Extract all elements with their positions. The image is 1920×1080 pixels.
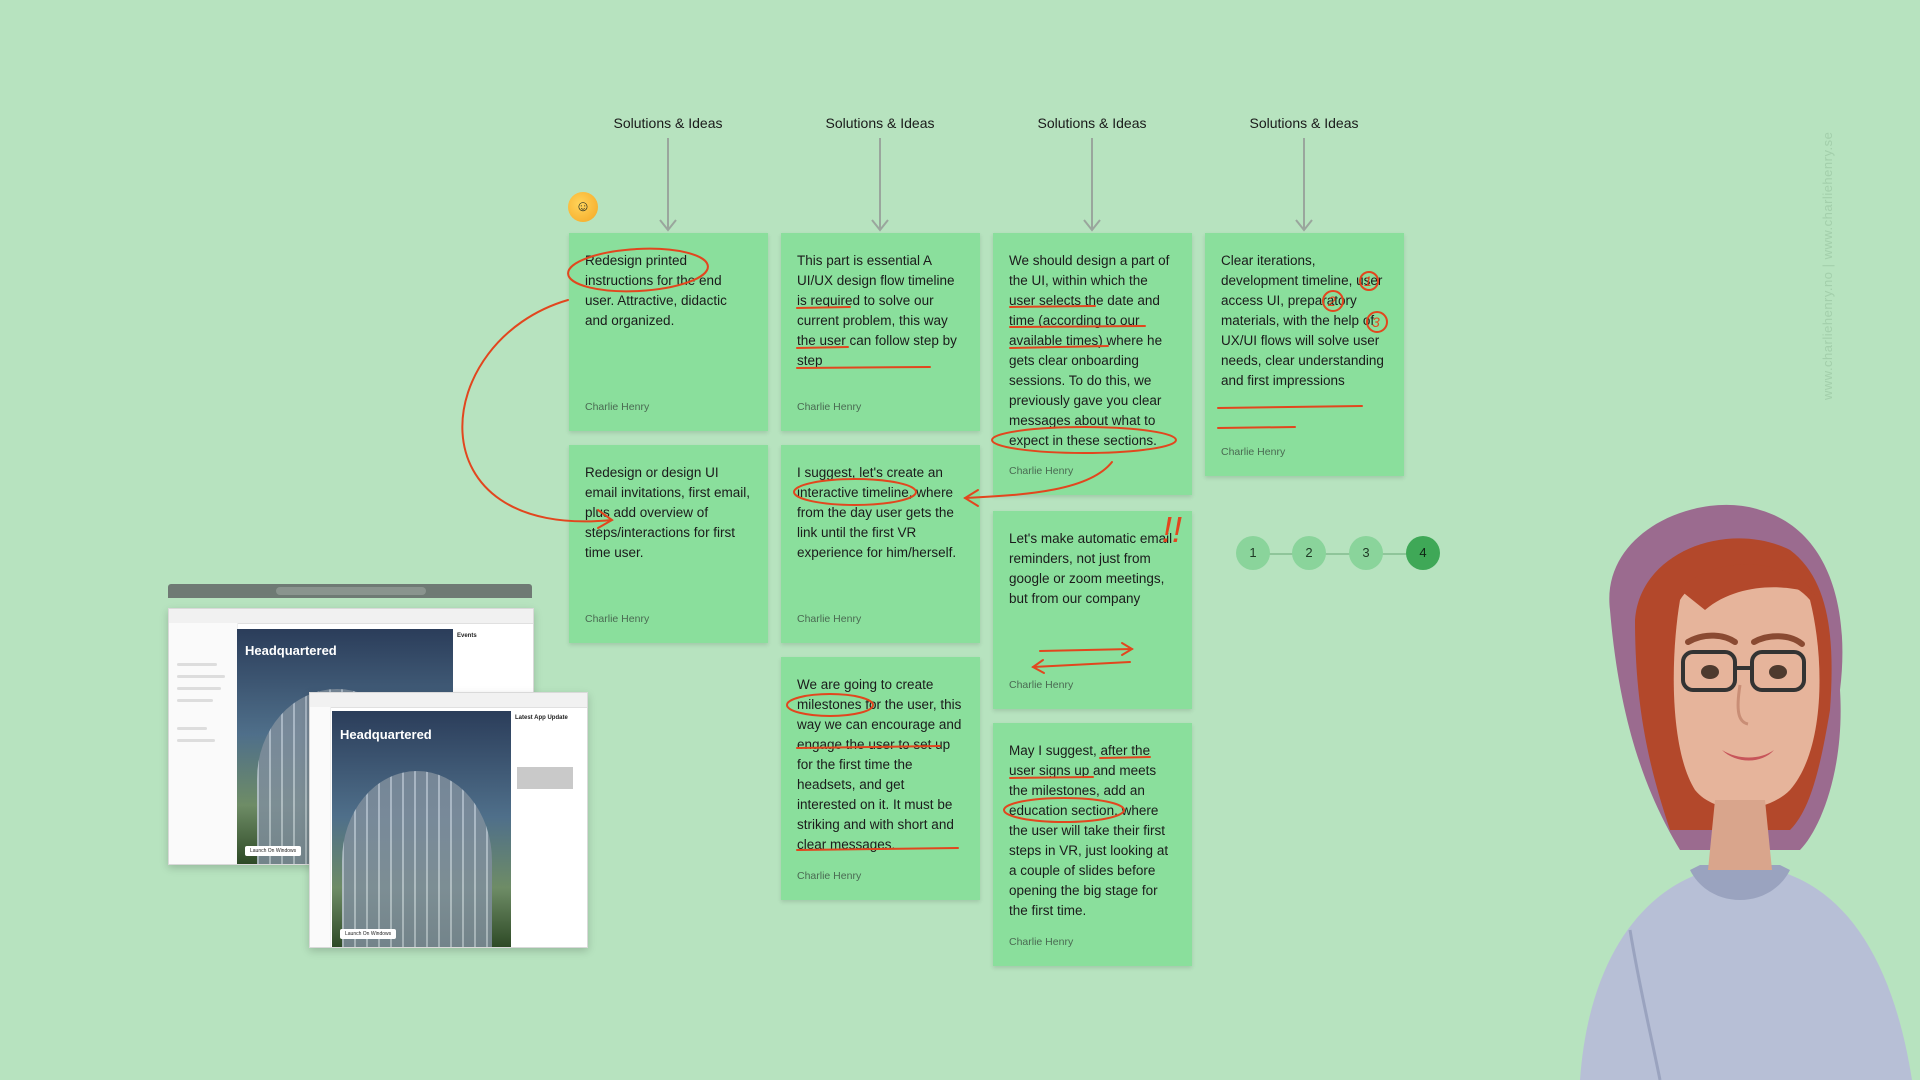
hero-title: Headquartered <box>340 727 432 742</box>
mockup-titlebar <box>169 609 533 624</box>
sticky-note[interactable]: We are going to create milestones for th… <box>781 657 980 900</box>
note-author: Charlie Henry <box>1009 679 1074 691</box>
launch-button[interactable]: Launch On Windows <box>245 846 302 856</box>
note-text: We are going to create milestones for th… <box>797 677 962 852</box>
browser-chrome <box>168 584 532 598</box>
mockup-sidebar <box>169 623 238 864</box>
down-arrow-icon <box>659 138 677 232</box>
note-text: This part is essential A UI/UX design fl… <box>797 253 957 368</box>
hero-title: Headquartered <box>245 643 337 658</box>
note-author: Charlie Henry <box>1009 936 1074 948</box>
note-text: I suggest, let's create an interactive t… <box>797 465 957 560</box>
sticky-note[interactable]: We should design a part of the UI, withi… <box>993 233 1192 495</box>
note-author: Charlie Henry <box>1221 446 1286 458</box>
sticky-note[interactable]: Redesign printed instructions for the en… <box>569 233 768 431</box>
address-bar <box>276 587 426 595</box>
hugging-emoji-icon: ☺ <box>568 192 598 222</box>
sticky-note[interactable]: Clear iterations, development timeline, … <box>1205 233 1404 476</box>
column-header-1: Solutions & Ideas <box>613 115 723 131</box>
column-header-4: Solutions & Ideas <box>1249 115 1359 131</box>
sticky-note[interactable]: May I suggest, after the user signs up a… <box>993 723 1192 966</box>
note-text: Clear iterations, development timeline, … <box>1221 253 1384 388</box>
note-author: Charlie Henry <box>797 613 862 625</box>
sticky-note[interactable]: I suggest, let's create an interactive t… <box>781 445 980 643</box>
app-mockup-front: Headquartered Launch On Windows Latest A… <box>309 692 588 948</box>
avatar-illustration <box>1580 504 1912 1080</box>
down-arrow-icon <box>871 138 889 232</box>
column-header-3: Solutions & Ideas <box>1037 115 1147 131</box>
stepper: 1 2 3 4 <box>1236 536 1440 570</box>
note-author: Charlie Henry <box>797 870 862 882</box>
mockup-sidebar <box>310 707 331 947</box>
stepper-line <box>1252 553 1422 555</box>
mockup-titlebar <box>310 693 587 708</box>
column-header-2: Solutions & Ideas <box>825 115 935 131</box>
note-text: May I suggest, after the user signs up a… <box>1009 743 1169 918</box>
step-4[interactable]: 4 <box>1406 536 1440 570</box>
sticky-note[interactable]: Redesign or design UI email invitations,… <box>569 445 768 643</box>
app-update-panel: Latest App Update <box>511 711 587 947</box>
note-author: Charlie Henry <box>585 613 650 625</box>
launch-button[interactable]: Launch On Windows <box>340 929 397 939</box>
step-3[interactable]: 3 <box>1349 536 1383 570</box>
sticky-note[interactable]: This part is essential A UI/UX design fl… <box>781 233 980 431</box>
sticky-note[interactable]: Let's make automatic email reminders, no… <box>993 511 1192 709</box>
note-author: Charlie Henry <box>1009 465 1074 477</box>
down-arrow-icon <box>1295 138 1313 232</box>
note-text: Redesign or design UI email invitations,… <box>585 465 751 560</box>
note-text: Let's make automatic email reminders, no… <box>1009 531 1173 606</box>
note-text: We should design a part of the UI, withi… <box>1009 253 1170 448</box>
step-2[interactable]: 2 <box>1292 536 1326 570</box>
step-1[interactable]: 1 <box>1236 536 1270 570</box>
down-arrow-icon <box>1083 138 1101 232</box>
mockup-hero: Headquartered Launch On Windows <box>332 711 511 947</box>
note-author: Charlie Henry <box>797 401 862 413</box>
note-text: Redesign printed instructions for the en… <box>585 253 727 328</box>
watermark: www.charliehenry.no | www.charliehenry.s… <box>1820 131 1835 400</box>
note-author: Charlie Henry <box>585 401 650 413</box>
